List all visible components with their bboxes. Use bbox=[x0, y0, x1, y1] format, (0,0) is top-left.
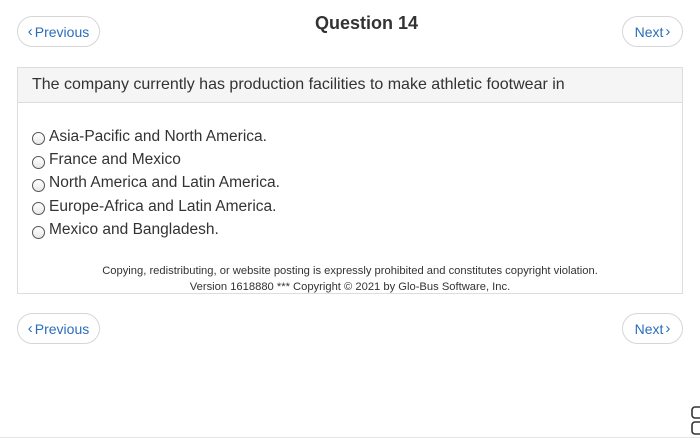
page-title: Question 14 bbox=[314, 13, 419, 33]
corner-widget-icon[interactable] bbox=[691, 405, 700, 437]
answer-option[interactable]: Asia-Pacific and North America. bbox=[32, 125, 280, 148]
question-text: The company currently has production fac… bbox=[18, 68, 682, 103]
copyright-warning: Copying, redistributing, or website post… bbox=[102, 265, 598, 277]
chevron-right-icon: › bbox=[665, 320, 671, 337]
radio-button-icon[interactable] bbox=[32, 178, 45, 192]
radio-button-icon[interactable] bbox=[32, 202, 45, 216]
question-panel: The company currently has production fac… bbox=[17, 67, 683, 294]
radio-button-icon[interactable] bbox=[32, 225, 45, 239]
answer-option-label: Mexico and Bangladesh. bbox=[49, 221, 219, 239]
next-button-top[interactable]: Next › bbox=[622, 16, 683, 47]
radio-button-icon[interactable] bbox=[32, 132, 45, 146]
answer-options: Asia-Pacific and North America. France a… bbox=[32, 125, 280, 242]
copyright-notice: Copying, redistributing, or website post… bbox=[18, 263, 682, 295]
answer-option[interactable]: France and Mexico bbox=[32, 148, 280, 171]
answer-option[interactable]: Mexico and Bangladesh. bbox=[32, 219, 280, 242]
bottom-divider bbox=[0, 437, 700, 438]
answer-option[interactable]: Europe-Africa and Latin America. bbox=[32, 195, 280, 218]
next-button-bottom[interactable]: Next › bbox=[622, 313, 683, 344]
answer-option-label: France and Mexico bbox=[49, 151, 181, 169]
previous-button-bottom[interactable]: ‹ Previous bbox=[17, 313, 100, 344]
answer-option[interactable]: North America and Latin America. bbox=[32, 172, 280, 195]
next-button-label: Next bbox=[634, 320, 664, 337]
next-button-label: Next bbox=[634, 23, 664, 40]
chevron-left-icon: ‹ bbox=[27, 320, 33, 337]
answer-option-label: Europe-Africa and Latin America. bbox=[49, 197, 277, 215]
version-copyright: Version 1618880 *** Copyright © 2021 by … bbox=[189, 281, 511, 293]
radio-button-icon[interactable] bbox=[32, 155, 45, 169]
answer-option-label: Asia-Pacific and North America. bbox=[49, 127, 267, 145]
answer-option-label: North America and Latin America. bbox=[49, 174, 280, 192]
previous-button-label: Previous bbox=[34, 320, 90, 337]
chevron-right-icon: › bbox=[665, 23, 671, 40]
